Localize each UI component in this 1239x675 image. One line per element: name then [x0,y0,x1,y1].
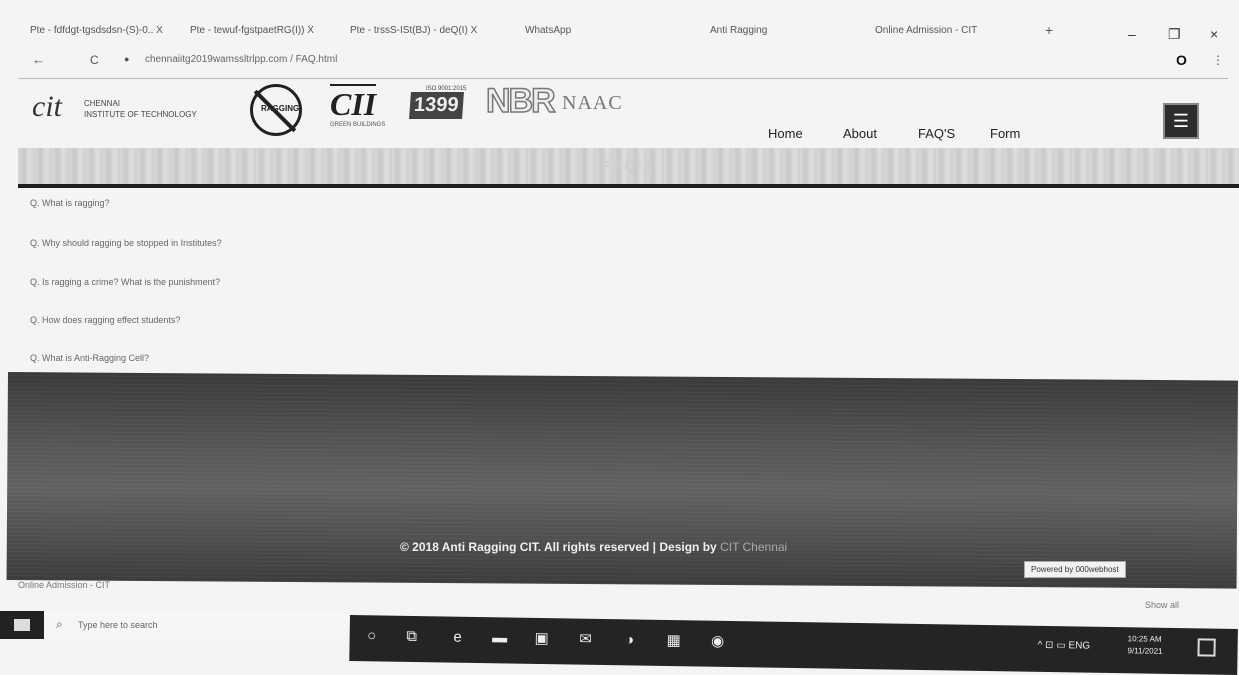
copyright-label: © 2018 Anti Ragging CIT. All rights rese… [400,540,721,554]
system-tray[interactable]: ^ ⊡ ▭ ENG [1038,640,1091,652]
no-ragging-logo: RAGGING [250,84,302,136]
start-button[interactable] [0,611,44,639]
new-tab-button[interactable]: + [1045,22,1065,40]
powered-by-badge[interactable]: Powered by 000webhost [1024,561,1126,578]
address-bar: ← C ● chennaiitg2019wamssltrlpp.com / FA… [0,48,1239,74]
notification-icon[interactable] [1197,638,1216,657]
tab-label: Anti Ragging [710,25,768,36]
site-footer [6,372,1238,589]
page-banner: FAQ'S [18,148,1239,188]
lock-icon: ● [124,54,130,64]
faq-item[interactable]: Q. How does ragging effect students? [30,315,180,325]
url-input[interactable]: chennaiitg2019wamssltrlpp.com / FAQ.html [145,54,337,65]
browser-tab-bar: Pte - fdfdgt-tgsdsdsn-(S)-0.. X Pte - te… [0,20,1239,46]
taskbar-search[interactable]: ⌕ Type here to search [44,611,350,639]
search-placeholder: Type here to search [78,620,158,630]
institute-name: CHENNAI INSTITUTE OF TECHNOLOGY [84,98,197,120]
cii-logo: CII [330,84,377,122]
tab-label: Online Admission - CIT [875,25,978,36]
nbr-logo: NBR [485,81,556,121]
faq-item[interactable]: Q. What is ragging? [30,198,110,208]
taskbar: ○ ⧉ e ▬ ▣ ✉ ◑ ▦ ◉ ^ ⊡ ▭ ENG 10:25 AM 9/1… [349,615,1238,675]
copyright-text: © 2018 Anti Ragging CIT. All rights rese… [400,540,787,554]
browser-tab[interactable]: Pte - trssS-ISt(BJ) - deQ(I) X [350,25,515,43]
browser-tab[interactable]: WhatsApp [525,25,665,43]
naac-logo: NAAC [562,92,623,114]
chrome-icon[interactable]: ◉ [707,632,727,652]
iso-logo: 1399 [409,92,464,119]
browser-tab[interactable]: Online Admission - CIT [875,25,1025,43]
mail-icon[interactable]: ✉ [575,630,595,650]
faq-item[interactable]: Q. Is ragging a crime? What is the punis… [30,277,220,287]
minimize-button[interactable]: – [1128,26,1136,42]
designer-link[interactable]: CIT Chennai [720,540,787,554]
close-window-button[interactable]: × [1210,26,1218,42]
faq-item[interactable]: Q. Why should ragging be stopped in Inst… [30,238,222,248]
clock-date: 9/11/2021 [1127,646,1163,656]
clock[interactable]: 10:25 AM 9/11/2021 [1127,633,1162,658]
footer-texture [6,372,1238,589]
store-icon[interactable]: ▣ [531,629,551,649]
site-header: cit CHENNAI INSTITUTE OF TECHNOLOGY RAGG… [18,81,1223,152]
extension-icon[interactable]: O [1176,52,1187,68]
task-view-icon[interactable]: ⧉ [402,627,422,647]
divider [18,78,1228,79]
file-explorer-icon[interactable]: ▬ [489,628,509,648]
show-all-button[interactable]: Show all [1145,600,1179,610]
institute-line: CHENNAI [84,99,121,108]
browser-tab[interactable]: Pte - fdfdgt-tgsdsdsn-(S)-0.. X [30,25,180,43]
tab-label: Pte - trssS-ISt(BJ) - deQ(I) X [350,25,478,36]
cii-subtitle: GREEN BUILDINGS [330,122,386,128]
cit-logo[interactable]: cit [32,90,62,124]
institute-line: INSTITUTE OF TECHNOLOGY [84,110,197,119]
photos-icon[interactable]: ▦ [663,631,683,651]
nav-about[interactable]: About [843,126,877,141]
tab-label: Pte - tewuf-fgstpaetRG(I)) X [190,25,314,36]
browser-tab-active[interactable]: Anti Ragging [710,25,840,43]
download-item[interactable]: Online Admission - CIT [18,580,110,590]
windows-icon [14,619,30,631]
page-title: FAQ'S [601,158,656,175]
hamburger-menu-button[interactable]: ☰ [1163,103,1199,139]
nav-form[interactable]: Form [990,126,1020,141]
search-icon: ⌕ [56,617,63,631]
nav-home[interactable]: Home [768,126,803,141]
tab-label: WhatsApp [525,25,572,36]
cortana-icon[interactable]: ○ [362,626,382,646]
nav-faqs[interactable]: FAQ'S [918,126,955,141]
tab-label: Pte - fdfdgt-tgsdsdsn-(S)-0.. X [30,25,163,36]
edge-icon[interactable]: e [448,628,468,648]
browser-menu-icon[interactable]: ⋮ [1212,53,1224,67]
back-button[interactable]: ← [32,52,45,67]
restore-button[interactable]: ❐ [1168,26,1181,43]
app-icon[interactable]: ◑ [619,630,639,650]
clock-time: 10:25 AM [1127,634,1162,644]
faq-item[interactable]: Q. What is Anti-Ragging Cell? [30,353,149,363]
browser-tab[interactable]: Pte - tewuf-fgstpaetRG(I)) X [190,25,340,43]
reload-button[interactable]: C [90,53,99,67]
